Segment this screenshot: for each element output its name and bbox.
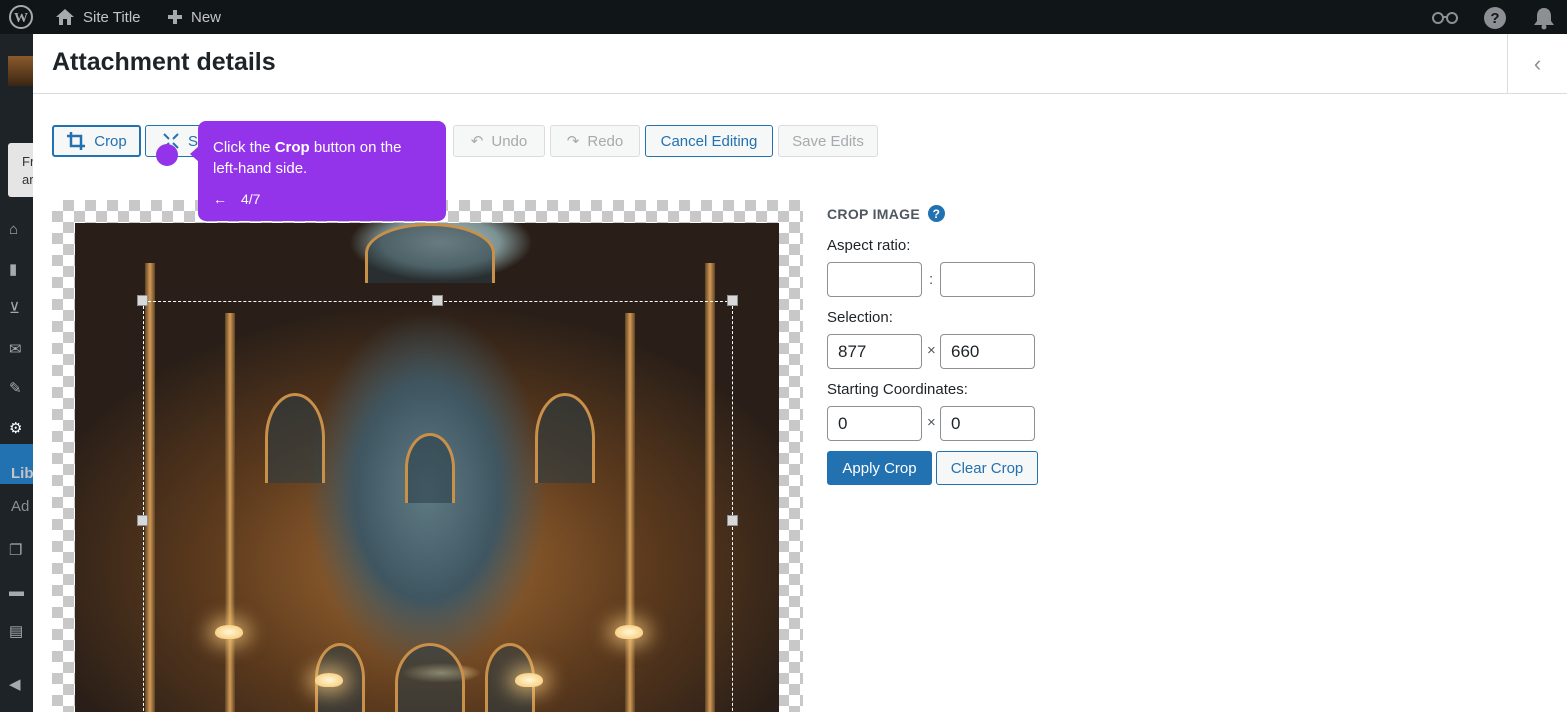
- tour-navigation: ← 4/7: [213, 189, 260, 210]
- site-title-label: Site Title: [83, 8, 141, 26]
- svg-text:W: W: [14, 11, 28, 26]
- page-title: Attachment details: [52, 48, 276, 76]
- selection-width-input[interactable]: [827, 334, 922, 369]
- tour-beacon[interactable]: [156, 144, 178, 166]
- crop-icon: [67, 132, 86, 150]
- clear-crop-button[interactable]: Clear Crop: [936, 451, 1038, 485]
- wordpress-logo-icon[interactable]: W: [8, 0, 34, 34]
- undo-label: Undo: [491, 132, 528, 150]
- help-icon[interactable]: ?: [927, 205, 945, 222]
- aspect-ratio-label: Aspect ratio:: [827, 237, 911, 254]
- redo-label: Redo: [587, 132, 624, 150]
- crop-handle-e[interactable]: [727, 515, 738, 526]
- selection-height-input[interactable]: [940, 334, 1035, 369]
- comments-icon[interactable]: ▬: [9, 583, 27, 601]
- bell-icon[interactable]: [1533, 6, 1555, 30]
- coords-separator: ×: [927, 414, 936, 431]
- menu-add-label[interactable]: Ad: [11, 498, 29, 515]
- crop-selection[interactable]: [143, 301, 733, 712]
- media-icon[interactable]: ⚙: [9, 420, 27, 438]
- cancel-editing-button[interactable]: Cancel Editing: [645, 125, 773, 157]
- save-edits-label: Save Edits: [792, 132, 864, 150]
- undo-icon: ↶: [470, 133, 484, 150]
- selection-label: Selection:: [827, 309, 893, 326]
- help-circle-icon[interactable]: ?: [1483, 6, 1507, 30]
- admin-bar: W Site Title New ?: [0, 0, 1567, 34]
- attachment-details-modal: Attachment details ‹ Crop S ↶ Undo ↷ Red…: [33, 34, 1567, 712]
- dashboard-icon[interactable]: ⌂: [9, 221, 27, 239]
- tour-back-arrow-icon[interactable]: ←: [213, 189, 227, 210]
- crop-handle-n[interactable]: [432, 295, 443, 306]
- plus-icon: [168, 10, 182, 24]
- aspect-ratio-width-input[interactable]: [827, 262, 922, 297]
- tour-message: Click the Crop button on the left-hand s…: [213, 137, 430, 179]
- crop-image-title: CROP IMAGE: [827, 205, 920, 222]
- site-title-link[interactable]: Site Title: [55, 0, 141, 34]
- glasses-icon[interactable]: [1431, 6, 1459, 28]
- redo-icon: ↷: [566, 133, 580, 150]
- crop-handle-w[interactable]: [137, 515, 148, 526]
- undo-button[interactable]: ↶ Undo: [453, 125, 545, 157]
- new-content-link[interactable]: New: [167, 0, 221, 34]
- analytics-icon[interactable]: ▮: [9, 261, 27, 279]
- apply-crop-button[interactable]: Apply Crop: [827, 451, 932, 485]
- menu-library-label[interactable]: Lib: [11, 465, 34, 482]
- crop-handle-nw[interactable]: [137, 295, 148, 306]
- pages-icon[interactable]: ❐: [9, 542, 27, 560]
- starting-coordinates-label: Starting Coordinates:: [827, 381, 968, 398]
- aspect-ratio-height-input[interactable]: [940, 262, 1035, 297]
- modal-header: Attachment details ‹: [33, 34, 1567, 94]
- tour-tooltip: Click the Crop button on the left-hand s…: [190, 121, 446, 221]
- crop-button[interactable]: Crop: [52, 125, 141, 157]
- tour-step-counter: 4/7: [241, 191, 261, 207]
- save-edits-button[interactable]: Save Edits: [778, 125, 878, 157]
- cart-icon[interactable]: ⊻: [9, 300, 27, 318]
- new-label: New: [191, 8, 222, 26]
- aspect-separator: :: [929, 271, 934, 288]
- collapse-icon[interactable]: ◀: [9, 676, 27, 694]
- svg-text:?: ?: [1490, 10, 1499, 27]
- admin-menu: ⌂ ▮ ⊻ ✉ ✎ ⚙ Lib Ad ❐ ▬ ▤ ◀: [0, 34, 34, 712]
- previous-attachment-button[interactable]: ‹: [1507, 34, 1567, 93]
- crop-label: Crop: [94, 132, 127, 150]
- start-x-input[interactable]: [827, 406, 922, 441]
- crop-image-heading: CROP IMAGE ?: [827, 205, 945, 222]
- start-y-input[interactable]: [940, 406, 1035, 441]
- tour-arrow: [190, 146, 199, 162]
- dome-window: [365, 223, 495, 283]
- pin-icon[interactable]: ✎: [9, 380, 27, 398]
- redo-button[interactable]: ↷ Redo: [550, 125, 640, 157]
- selection-separator: ×: [927, 342, 936, 359]
- chevron-left-icon: ‹: [1533, 50, 1542, 76]
- forms-icon[interactable]: ▤: [9, 623, 27, 641]
- tour-text-bold: Crop: [274, 139, 310, 156]
- tour-text-start: Click the: [213, 139, 275, 156]
- mail-icon[interactable]: ✉: [9, 341, 27, 359]
- crop-handle-ne[interactable]: [727, 295, 738, 306]
- home-icon: [56, 9, 74, 25]
- cancel-editing-label: Cancel Editing: [660, 132, 758, 150]
- thumbnail-strip: [8, 56, 33, 86]
- notice-fragment: Fr ar: [8, 143, 34, 197]
